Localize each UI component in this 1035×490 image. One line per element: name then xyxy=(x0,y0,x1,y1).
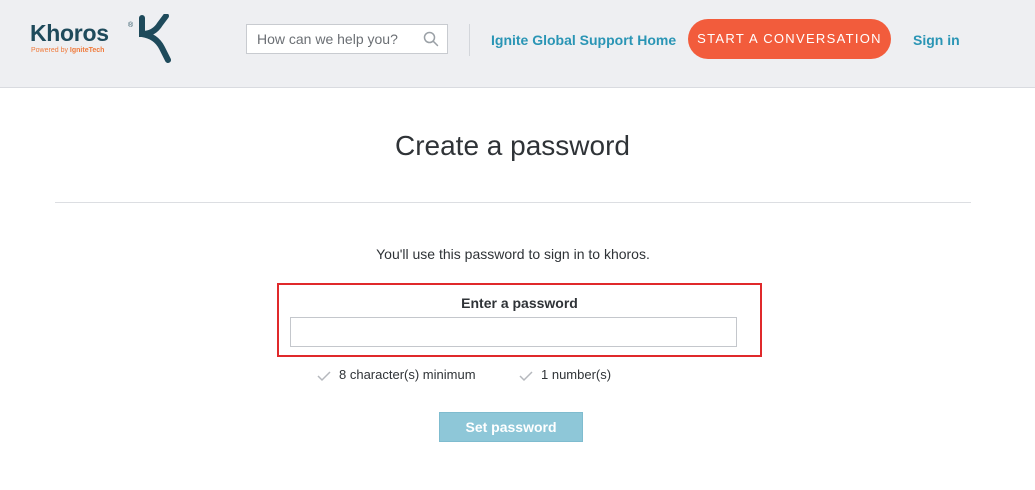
password-label: Enter a password xyxy=(461,295,578,311)
support-home-link[interactable]: Ignite Global Support Home xyxy=(491,32,676,48)
password-field-group: Enter a password xyxy=(277,283,762,357)
logo-tagline-prefix: Powered by xyxy=(31,47,70,54)
sign-in-link[interactable]: Sign in xyxy=(913,32,960,48)
set-password-button[interactable]: Set password xyxy=(439,412,583,442)
title-divider xyxy=(55,202,971,203)
search-icon[interactable] xyxy=(423,31,439,47)
check-icon xyxy=(317,371,331,381)
header-divider xyxy=(469,24,470,56)
requirement-number: 1 number(s) xyxy=(519,367,611,382)
requirement-label: 8 character(s) minimum xyxy=(339,367,476,382)
logo-tagline: Powered by IgniteTech xyxy=(31,47,104,54)
logo-registered-mark: ® xyxy=(128,22,134,29)
page-subtitle: You'll use this password to sign in to k… xyxy=(376,246,650,262)
khoros-logo[interactable]: Khoros ® Powered by IgniteTech xyxy=(30,14,171,66)
logo-tagline-brand: IgniteTech xyxy=(69,47,105,54)
site-header: Khoros ® Powered by IgniteTech Ignite Gl… xyxy=(0,0,1035,88)
search-input[interactable] xyxy=(247,25,417,53)
start-conversation-button[interactable]: START A CONVERSATION xyxy=(688,19,891,59)
requirement-label: 1 number(s) xyxy=(541,367,612,382)
search-box xyxy=(246,24,448,54)
check-icon xyxy=(519,371,533,381)
logo-wordmark: Khoros xyxy=(30,20,109,46)
khoros-k-icon xyxy=(139,14,171,63)
page-title: Create a password xyxy=(394,130,630,161)
password-input[interactable] xyxy=(290,317,737,347)
requirement-min-length: 8 character(s) minimum xyxy=(317,367,476,382)
